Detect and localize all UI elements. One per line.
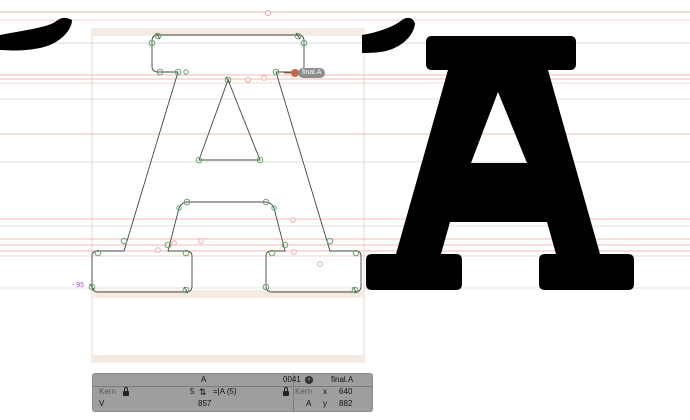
kern-left-label: Kern: [99, 387, 116, 396]
metrics-link-icon[interactable]: ⇅: [199, 386, 207, 398]
left-sidebearing-field[interactable]: 5: [190, 386, 194, 398]
right-kern-group[interactable]: A: [306, 398, 311, 410]
kern-right-label: Kern: [295, 387, 312, 396]
arrow-circle-icon[interactable]: ›: [305, 376, 313, 384]
glyph-edit-canvas[interactable]: [0, 0, 690, 420]
lock-icon[interactable]: [123, 387, 129, 396]
left-kern-group[interactable]: V: [99, 398, 104, 410]
previous-glyph-fragment: [0, 17, 72, 51]
metric-handle[interactable]: [265, 10, 271, 16]
panel-row-middle: Kern 5 ⇅ =|A (5) Kern x 640: [93, 386, 372, 398]
glyph-preview-A: [366, 36, 634, 290]
glyph-info-panel: A 0041 › final.A Kern 5 ⇅ =|A (5) Kern x…: [92, 373, 373, 412]
y-label: y: [323, 399, 327, 408]
glyph-name-field[interactable]: A: [201, 374, 206, 386]
baseline-strip: [92, 290, 364, 298]
anchor-label[interactable]: final.A: [298, 68, 326, 78]
unicode-field[interactable]: 0041: [283, 374, 301, 386]
panel-row-bottom: V 857 A y 882: [93, 398, 372, 410]
next-glyph-name[interactable]: final.A: [331, 374, 353, 386]
width-field[interactable]: 857: [198, 398, 211, 410]
y-value-field[interactable]: 882: [339, 398, 352, 410]
lock-icon-right[interactable]: [283, 387, 289, 396]
metrics-formula[interactable]: =|A (5): [213, 386, 237, 398]
x-label: x: [323, 387, 327, 396]
measurement-label: - 95: [72, 282, 85, 289]
panel-row-top: A 0041 › final.A: [93, 374, 372, 386]
x-value-field[interactable]: 640: [339, 386, 352, 398]
descender-strip: [92, 355, 364, 362]
off-curve-handles[interactable]: [155, 75, 323, 267]
next-glyph-fragment: [362, 17, 415, 54]
